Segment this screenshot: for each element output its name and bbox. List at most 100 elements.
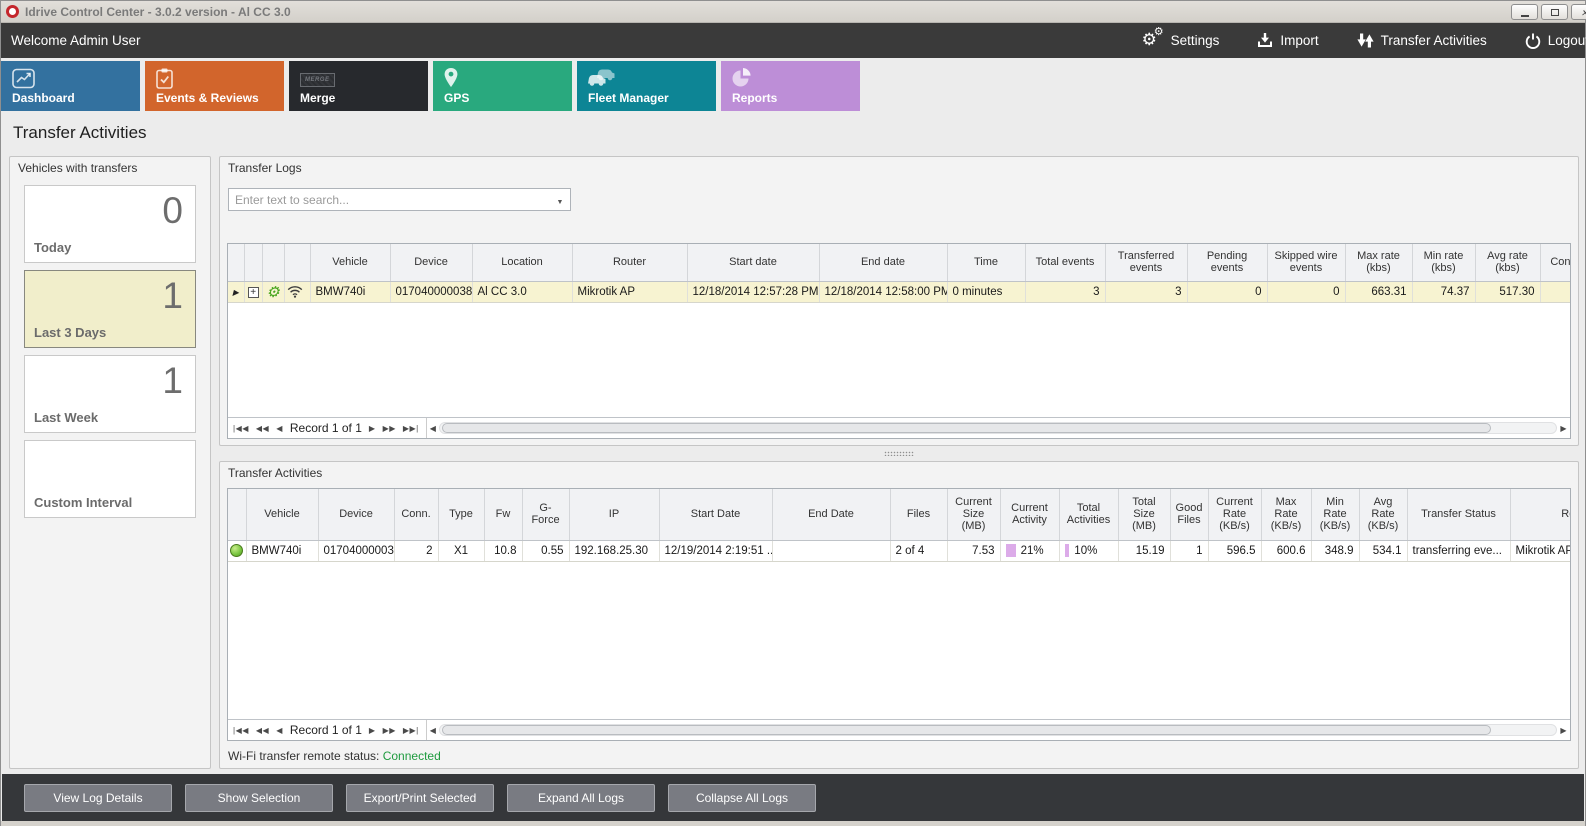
col-router[interactable]: Rout [1510,489,1570,540]
clipboard-check-icon [156,68,173,89]
col-time[interactable]: Time [947,244,1025,281]
progress-bar [1006,544,1016,557]
tab-label: Merge [300,91,335,105]
expand-row-cell[interactable] [244,281,262,302]
col-max-rate[interactable]: Max rate (kbs) [1345,244,1412,281]
col-pending-events[interactable]: Pending events [1187,244,1267,281]
filter-card-custom-interval[interactable]: Custom Interval [24,440,196,518]
col-total-activities[interactable]: Total Activities [1059,489,1118,540]
cell-conn: 2 [394,540,438,561]
view-log-details-button[interactable]: View Log Details [24,784,172,812]
tab-merge[interactable]: MERGE Merge [289,61,428,111]
settings-button[interactable]: Settings [1142,32,1220,50]
activities-record-navigator: Record 1 of 1 [228,719,1570,740]
col-router[interactable]: Router [572,244,687,281]
logout-button[interactable]: Logout [1525,33,1586,49]
progress-label: 10% [1074,545,1097,557]
expand-all-logs-button[interactable]: Expand All Logs [507,784,655,812]
scroll-right-button[interactable] [1560,424,1567,433]
col-start-date[interactable]: Start date [687,244,819,281]
panel-splitter[interactable] [219,449,1579,458]
col-vehicle[interactable]: Vehicle [310,244,390,281]
col-start-date[interactable]: Start Date [659,489,772,540]
chart-icon [12,68,35,89]
tab-label: GPS [444,91,469,105]
col-location[interactable]: Location [472,244,572,281]
col-transfer-status[interactable]: Transfer Status [1407,489,1510,540]
prev-page-button[interactable] [256,726,269,735]
transfer-activity-row[interactable]: BMW740i 017040000038 2 X1 10.8 0.55 192.… [228,540,1570,561]
search-dropdown-button[interactable] [550,189,570,210]
search-input[interactable] [229,189,550,210]
col-ip[interactable]: IP [569,489,659,540]
col-avg-rate[interactable]: Avg Rate (KB/s) [1359,489,1407,540]
next-record-button[interactable] [369,424,376,433]
col-max-rate[interactable]: Max Rate (KB/s) [1261,489,1311,540]
show-selection-button[interactable]: Show Selection [185,784,333,812]
col-device[interactable]: Device [318,489,394,540]
collapse-all-logs-button[interactable]: Collapse All Logs [668,784,816,812]
scrollbar-thumb[interactable] [442,725,1491,735]
import-button[interactable]: Import [1257,33,1318,48]
gears-icon [1142,32,1164,50]
col-fw[interactable]: Fw [484,489,522,540]
first-record-button[interactable] [233,424,249,433]
activities-horizontal-scrollbar[interactable] [426,720,1570,740]
close-button[interactable] [1571,4,1586,20]
prev-page-button[interactable] [256,424,269,433]
scrollbar-track[interactable] [439,422,1557,434]
scrollbar-thumb[interactable] [442,423,1491,433]
next-record-button[interactable] [369,726,376,735]
minimize-button[interactable] [1511,4,1538,20]
scroll-left-button[interactable] [430,726,437,735]
col-min-rate[interactable]: Min Rate (KB/s) [1311,489,1359,540]
scroll-right-button[interactable] [1560,726,1567,735]
col-avg-rate[interactable]: Avg rate (kbs) [1475,244,1540,281]
cell-current-activity: 21% [1000,540,1059,561]
filter-card-last-3-days[interactable]: 1 Last 3 Days [24,270,196,348]
next-page-button[interactable] [383,424,396,433]
col-min-rate[interactable]: Min rate (kbs) [1412,244,1475,281]
tab-reports[interactable]: Reports [721,61,860,111]
green-status-icon [230,544,243,557]
maximize-button[interactable] [1541,4,1568,20]
col-good-files[interactable]: Good Files [1170,489,1208,540]
scroll-left-button[interactable] [430,424,437,433]
cell-transfer-status: transferring eve... [1407,540,1510,561]
cell-device: 017040000038 [390,281,472,302]
col-transferred-events[interactable]: Transferred events [1105,244,1187,281]
col-total-size[interactable]: Total Size (MB) [1118,489,1170,540]
col-vehicle[interactable]: Vehicle [246,489,318,540]
last-record-button[interactable] [403,726,419,735]
transfer-activities-button[interactable]: Transfer Activities [1357,33,1487,48]
col-end-date[interactable]: End date [819,244,947,281]
tab-fleet-manager[interactable]: Fleet Manager [577,61,716,111]
search-combobox[interactable] [228,188,571,211]
col-files[interactable]: Files [890,489,947,540]
col-conn[interactable]: Conn. [1540,244,1570,281]
first-record-button[interactable] [233,726,249,735]
next-page-button[interactable] [383,726,396,735]
tab-events-reviews[interactable]: Events & Reviews [145,61,284,111]
col-end-date[interactable]: End Date [772,489,890,540]
filter-card-today[interactable]: 0 Today [24,185,196,263]
filter-card-last-week[interactable]: 1 Last Week [24,355,196,433]
col-skipped-wire-events[interactable]: Skipped wire events [1267,244,1345,281]
col-conn[interactable]: Conn. [394,489,438,540]
transfer-log-row[interactable]: BMW740i 017040000038 Al CC 3.0 Mikrotik … [228,281,1570,302]
col-current-activity[interactable]: Current Activity [1000,489,1059,540]
tab-gps[interactable]: GPS [433,61,572,111]
export-print-selected-button[interactable]: Export/Print Selected [346,784,494,812]
prev-record-button[interactable] [276,726,283,735]
scrollbar-track[interactable] [439,724,1557,736]
col-current-rate[interactable]: Current Rate (KB/s) [1208,489,1261,540]
last-record-button[interactable] [403,424,419,433]
prev-record-button[interactable] [276,424,283,433]
col-device[interactable]: Device [390,244,472,281]
tab-dashboard[interactable]: Dashboard [1,61,140,111]
col-g-force[interactable]: G-Force [522,489,569,540]
col-type[interactable]: Type [438,489,484,540]
logs-horizontal-scrollbar[interactable] [426,418,1570,438]
col-current-size[interactable]: Current Size (MB) [947,489,1000,540]
col-total-events[interactable]: Total events [1025,244,1105,281]
